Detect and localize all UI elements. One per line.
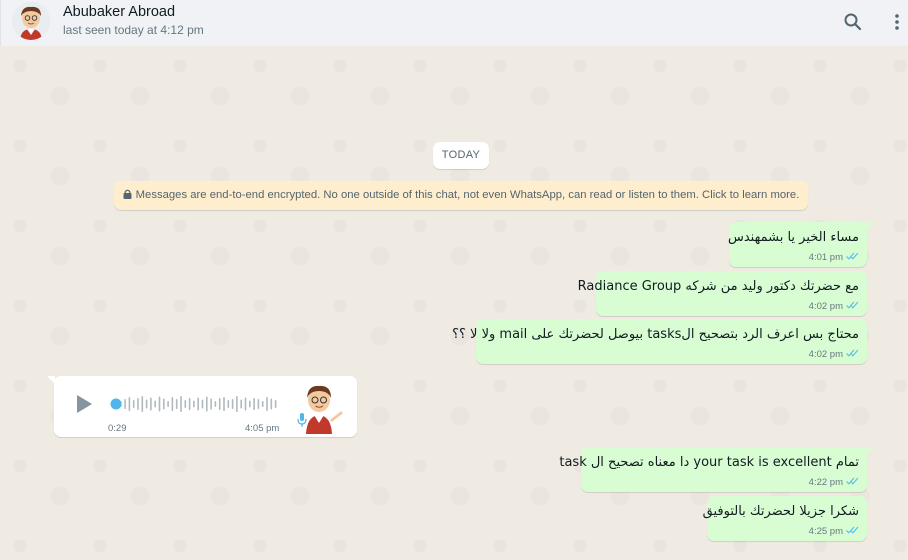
waveform-bar	[270, 398, 273, 410]
message-meta: 4:02 pm	[809, 349, 859, 360]
waveform-bar	[244, 397, 247, 411]
waveform-bar	[175, 399, 178, 409]
waveform-bar	[132, 400, 135, 408]
message-meta: 4:22 pm	[809, 477, 859, 488]
message-time: 4:25 pm	[808, 526, 843, 537]
encryption-notice-text: Messages are end-to-end encrypted. No on…	[135, 189, 800, 201]
waveform-bar	[167, 401, 169, 407]
contact-name[interactable]: Abubaker Abroad	[63, 4, 175, 20]
last-seen-status: last seen today at 4:12 pm	[63, 23, 204, 37]
waveform-bar	[227, 400, 230, 408]
message-bubble[interactable]: شكرا جزيلا لحضرتك بالتوفيق 4:25 pm	[703, 496, 867, 541]
waveform-bar	[210, 398, 212, 410]
microphone-icon	[297, 412, 307, 433]
waveform-bar	[154, 400, 156, 408]
message-bubble[interactable]: تمام your task is excellent دا معناه تصح…	[559, 447, 874, 492]
voice-duration: 0:29	[108, 423, 127, 434]
waveform-bar	[231, 399, 234, 409]
encryption-notice[interactable]: Messages are end-to-end encrypted. No on…	[114, 181, 808, 210]
message-time: 4:01 pm	[808, 252, 843, 263]
waveform-bar	[257, 399, 260, 409]
waveform-bar	[240, 399, 242, 409]
waveform-bar	[163, 398, 165, 410]
message-bubble[interactable]: محتاج بس اعرف الرد بتصحيح الtasks بيوصل …	[452, 319, 867, 364]
message-meta: 4:02 pm	[809, 301, 859, 312]
waveform-bar	[236, 396, 238, 412]
voice-message-bubble[interactable]: 0:29 4:05 pm	[47, 376, 357, 437]
waveform-bar	[193, 400, 195, 408]
waveform-bar	[201, 399, 204, 409]
waveform-bar	[266, 397, 268, 411]
waveform-bar	[253, 398, 255, 410]
chat-header: Abubaker Abroad last seen today at 4:12 …	[0, 0, 908, 46]
message-text: تمام your task is excellent دا معناه تصح…	[559, 455, 859, 470]
message-time: 4:02 pm	[808, 349, 843, 360]
waveform-bar	[188, 398, 191, 410]
message-meta: 4:01 pm	[809, 252, 859, 263]
message-bubble[interactable]: مساء الخير يا بشمهندس 4:01 pm	[727, 222, 874, 267]
waveform-bar	[171, 397, 174, 411]
waveform-bar	[261, 401, 264, 407]
search-icon[interactable]	[839, 8, 867, 36]
waveform-bar	[180, 396, 182, 412]
message-time: 4:02 pm	[808, 301, 843, 312]
waveform-bar	[150, 397, 152, 411]
double-check-icon	[846, 477, 859, 488]
double-check-icon	[846, 301, 859, 312]
playhead-dot[interactable]	[110, 398, 122, 410]
waveform-bar	[128, 397, 131, 411]
date-divider: TODAY	[433, 142, 489, 169]
double-check-icon	[846, 526, 859, 537]
waveform-bar	[137, 398, 139, 410]
message-text: مساء الخير يا بشمهندس	[727, 230, 859, 245]
menu-dots-icon[interactable]	[883, 8, 908, 36]
contact-avatar[interactable]	[12, 2, 50, 40]
message-text: شكرا جزيلا لحضرتك بالتوفيق	[702, 504, 859, 519]
waveform-bar	[223, 397, 225, 411]
lock-icon	[123, 182, 132, 211]
message-meta: 4:25 pm	[809, 526, 859, 537]
sender-avatar	[297, 380, 347, 434]
waveform-bar	[214, 401, 217, 407]
waveform-bar	[158, 396, 161, 412]
waveform-bar	[249, 400, 251, 408]
message-text: محتاج بس اعرف الرد بتصحيح الtasks بيوصل …	[452, 327, 859, 342]
voice-waveform[interactable]	[110, 392, 280, 416]
waveform-bar	[184, 400, 187, 408]
waveform-bar	[218, 398, 221, 410]
message-bubble[interactable]: مع حضرتك دكتور وليد من شركه Radiance Gro…	[578, 271, 867, 316]
message-time: 4:22 pm	[808, 477, 843, 488]
voice-time: 4:05 pm	[245, 423, 280, 434]
play-icon[interactable]	[72, 393, 94, 415]
message-text: مع حضرتك دكتور وليد من شركه Radiance Gro…	[577, 279, 859, 294]
waveform-bar	[274, 400, 277, 408]
waveform-bar	[145, 399, 148, 409]
double-check-icon	[846, 349, 859, 360]
waveform-bar	[141, 396, 144, 412]
double-check-icon	[846, 252, 859, 263]
waveform-bar	[197, 397, 199, 411]
waveform-bar	[124, 399, 126, 409]
waveform-bar	[206, 396, 208, 412]
